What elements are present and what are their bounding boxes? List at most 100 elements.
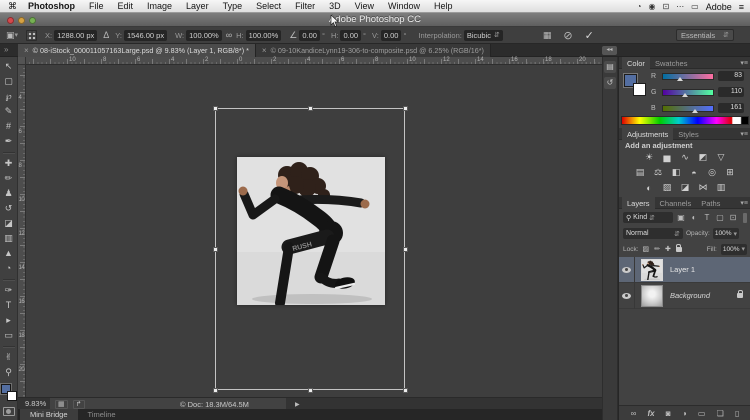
sync-status-icon[interactable]: ◔ bbox=[637, 2, 642, 11]
layers-panel-tab-layers[interactable]: Layers bbox=[622, 197, 655, 209]
shape-filter-icon[interactable]: ▢ bbox=[715, 213, 725, 222]
workspace-switcher-dropdown[interactable]: Essentials ⇵ bbox=[676, 29, 734, 41]
adjustments-panel-tab-styles[interactable]: Styles bbox=[673, 128, 703, 140]
eyedropper-tool[interactable]: ✒ bbox=[0, 134, 18, 149]
reference-point-locator[interactable] bbox=[26, 30, 37, 41]
channel-mixer-icon[interactable]: ◎ bbox=[706, 167, 718, 178]
new-layer-icon[interactable]: ❏ bbox=[717, 409, 724, 418]
document-tab[interactable]: ×© 09-10KandiceLynn19-306-to-composite.p… bbox=[256, 44, 491, 57]
apple-menu-icon[interactable]: ⌘ bbox=[8, 1, 17, 12]
slider-marker[interactable] bbox=[682, 93, 688, 97]
blur-tool[interactable]: ▲ bbox=[0, 246, 18, 261]
menu-item-view[interactable]: View bbox=[348, 0, 381, 13]
color-spectrum-ramp[interactable] bbox=[621, 116, 749, 125]
commit-transform-icon[interactable]: ✓ bbox=[585, 29, 594, 42]
slider-marker[interactable] bbox=[692, 109, 698, 113]
airplay-icon[interactable]: ⊡ bbox=[662, 2, 669, 11]
menu-item-photoshop[interactable]: Photoshop bbox=[21, 0, 82, 13]
menu-item-edit[interactable]: Edit bbox=[111, 0, 141, 13]
color-balance-icon[interactable]: ⚖ bbox=[652, 167, 664, 178]
height-field[interactable]: 100.00% bbox=[246, 30, 282, 41]
black-white-icon[interactable]: ◧ bbox=[670, 167, 682, 178]
channel-value-r[interactable]: 83 bbox=[718, 71, 744, 81]
menu-item-window[interactable]: Window bbox=[381, 0, 427, 13]
background-color-swatch[interactable] bbox=[633, 83, 646, 96]
menu-item-3d[interactable]: 3D bbox=[322, 0, 348, 13]
transform-handle-middle-left[interactable] bbox=[213, 247, 218, 252]
h-skew-field[interactable]: 0.00 bbox=[340, 30, 361, 41]
threshold-icon[interactable]: ◪ bbox=[679, 182, 691, 193]
time-machine-icon[interactable]: ◉ bbox=[648, 2, 655, 11]
transform-handle-bottom-right[interactable] bbox=[403, 388, 408, 393]
toolbar-overflow-icon[interactable]: » bbox=[4, 45, 8, 54]
notification-list-icon[interactable]: ≡ bbox=[739, 2, 744, 12]
levels-icon[interactable]: ▅ bbox=[661, 152, 673, 163]
width-field[interactable]: 100.00% bbox=[186, 30, 222, 41]
ruler-origin-corner[interactable] bbox=[18, 57, 26, 65]
menu-item-filter[interactable]: Filter bbox=[288, 0, 322, 13]
layers-panel-tab-channels[interactable]: Channels bbox=[655, 197, 697, 209]
adjustments-panel-menu-icon[interactable]: ▾≡ bbox=[740, 130, 748, 138]
transform-handle-bottom-left[interactable] bbox=[213, 388, 218, 393]
lock-all-icon[interactable] bbox=[676, 247, 682, 252]
blend-mode-dropdown[interactable]: Normal ⇵ bbox=[623, 228, 683, 239]
history-brush-tool[interactable]: ↺ bbox=[0, 201, 18, 216]
posterize-icon[interactable]: ▨ bbox=[661, 182, 673, 193]
more-status-icon[interactable]: ⋯ bbox=[676, 2, 684, 11]
exposure-icon[interactable]: ◩ bbox=[697, 152, 709, 163]
healing-brush-tool[interactable]: ✚ bbox=[0, 156, 18, 171]
layer-row[interactable]: Layer 1 bbox=[619, 257, 750, 283]
lock-pixels-icon[interactable]: ✏ bbox=[654, 245, 660, 253]
layer-filter-toggle[interactable] bbox=[743, 213, 747, 223]
pixel-filter-icon[interactable]: ▣ bbox=[676, 213, 686, 222]
slider-marker[interactable] bbox=[677, 77, 683, 81]
color-panel-tab-color[interactable]: Color bbox=[622, 57, 650, 69]
arrange-documents-icon[interactable]: ▦ bbox=[55, 400, 68, 409]
layer-visibility-cell[interactable] bbox=[619, 283, 635, 309]
quick-mask-mode-button[interactable] bbox=[3, 407, 15, 416]
layer-visibility-cell[interactable] bbox=[619, 257, 635, 283]
path-selection-tool[interactable]: ▸ bbox=[0, 313, 18, 328]
cancel-transform-icon[interactable]: ⊘ bbox=[563, 29, 572, 42]
menu-item-select[interactable]: Select bbox=[249, 0, 288, 13]
properties-panel-icon[interactable]: ▤ bbox=[604, 61, 616, 73]
channel-value-g[interactable]: 110 bbox=[718, 87, 744, 97]
window-title-bar[interactable]: Adobe Photoshop CC bbox=[0, 13, 750, 27]
layer-visibility-eye-icon[interactable] bbox=[622, 267, 631, 273]
opacity-field[interactable]: 100% ▾ bbox=[713, 228, 739, 239]
transform-handle-top-center[interactable] bbox=[308, 106, 313, 111]
gradient-tool[interactable]: ▥ bbox=[0, 231, 18, 246]
move-tool[interactable]: ↖ bbox=[0, 59, 18, 74]
channel-slider-g[interactable] bbox=[662, 89, 714, 96]
crop-tool[interactable]: # bbox=[0, 119, 18, 134]
transform-handle-top-left[interactable] bbox=[213, 106, 218, 111]
layer-effects-icon[interactable]: fx bbox=[647, 409, 654, 418]
menu-item-image[interactable]: Image bbox=[140, 0, 179, 13]
vertical-ruler[interactable]: 468101214161820 bbox=[18, 65, 26, 397]
tool-preset-arrow-icon[interactable]: ▾ bbox=[15, 31, 19, 39]
hue-saturation-icon[interactable]: ▤ bbox=[634, 167, 646, 178]
status-expand-icon[interactable]: ▶ bbox=[295, 401, 300, 408]
bottom-tab-timeline[interactable]: Timeline bbox=[78, 409, 126, 420]
dodge-tool[interactable]: ◔ bbox=[0, 261, 18, 276]
canvas-viewport[interactable] bbox=[26, 65, 602, 397]
type-tool[interactable]: T bbox=[0, 298, 18, 313]
fill-field[interactable]: 100% ▾ bbox=[721, 244, 747, 255]
layers-panel-menu-icon[interactable]: ▾≡ bbox=[740, 199, 748, 207]
color-panel-menu-icon[interactable]: ▾≡ bbox=[740, 59, 748, 67]
layer-thumbnail[interactable] bbox=[641, 285, 663, 307]
adjustments-panel-tab-adjustments[interactable]: Adjustments bbox=[622, 128, 673, 140]
menu-item-help[interactable]: Help bbox=[427, 0, 460, 13]
curves-icon[interactable]: ∿ bbox=[679, 152, 691, 163]
photo-filter-icon[interactable]: ◓ bbox=[688, 168, 700, 178]
smart-object-filter-icon[interactable]: ⊡ bbox=[728, 213, 738, 222]
rotation-field[interactable]: 0.00 bbox=[299, 30, 320, 41]
transform-handle-top-right[interactable] bbox=[403, 106, 408, 111]
layers-panel-tab-paths[interactable]: Paths bbox=[696, 197, 725, 209]
x-position-field[interactable]: 1288.00 px bbox=[54, 30, 97, 41]
display-icon[interactable]: ▭ bbox=[691, 2, 699, 11]
adjustment-layer-icon[interactable]: ◑ bbox=[682, 409, 687, 418]
link-layers-icon[interactable]: ∞ bbox=[631, 409, 637, 418]
maintain-aspect-ratio-icon[interactable]: ∞ bbox=[226, 30, 232, 40]
gradient-map-icon[interactable]: ▥ bbox=[715, 182, 727, 193]
